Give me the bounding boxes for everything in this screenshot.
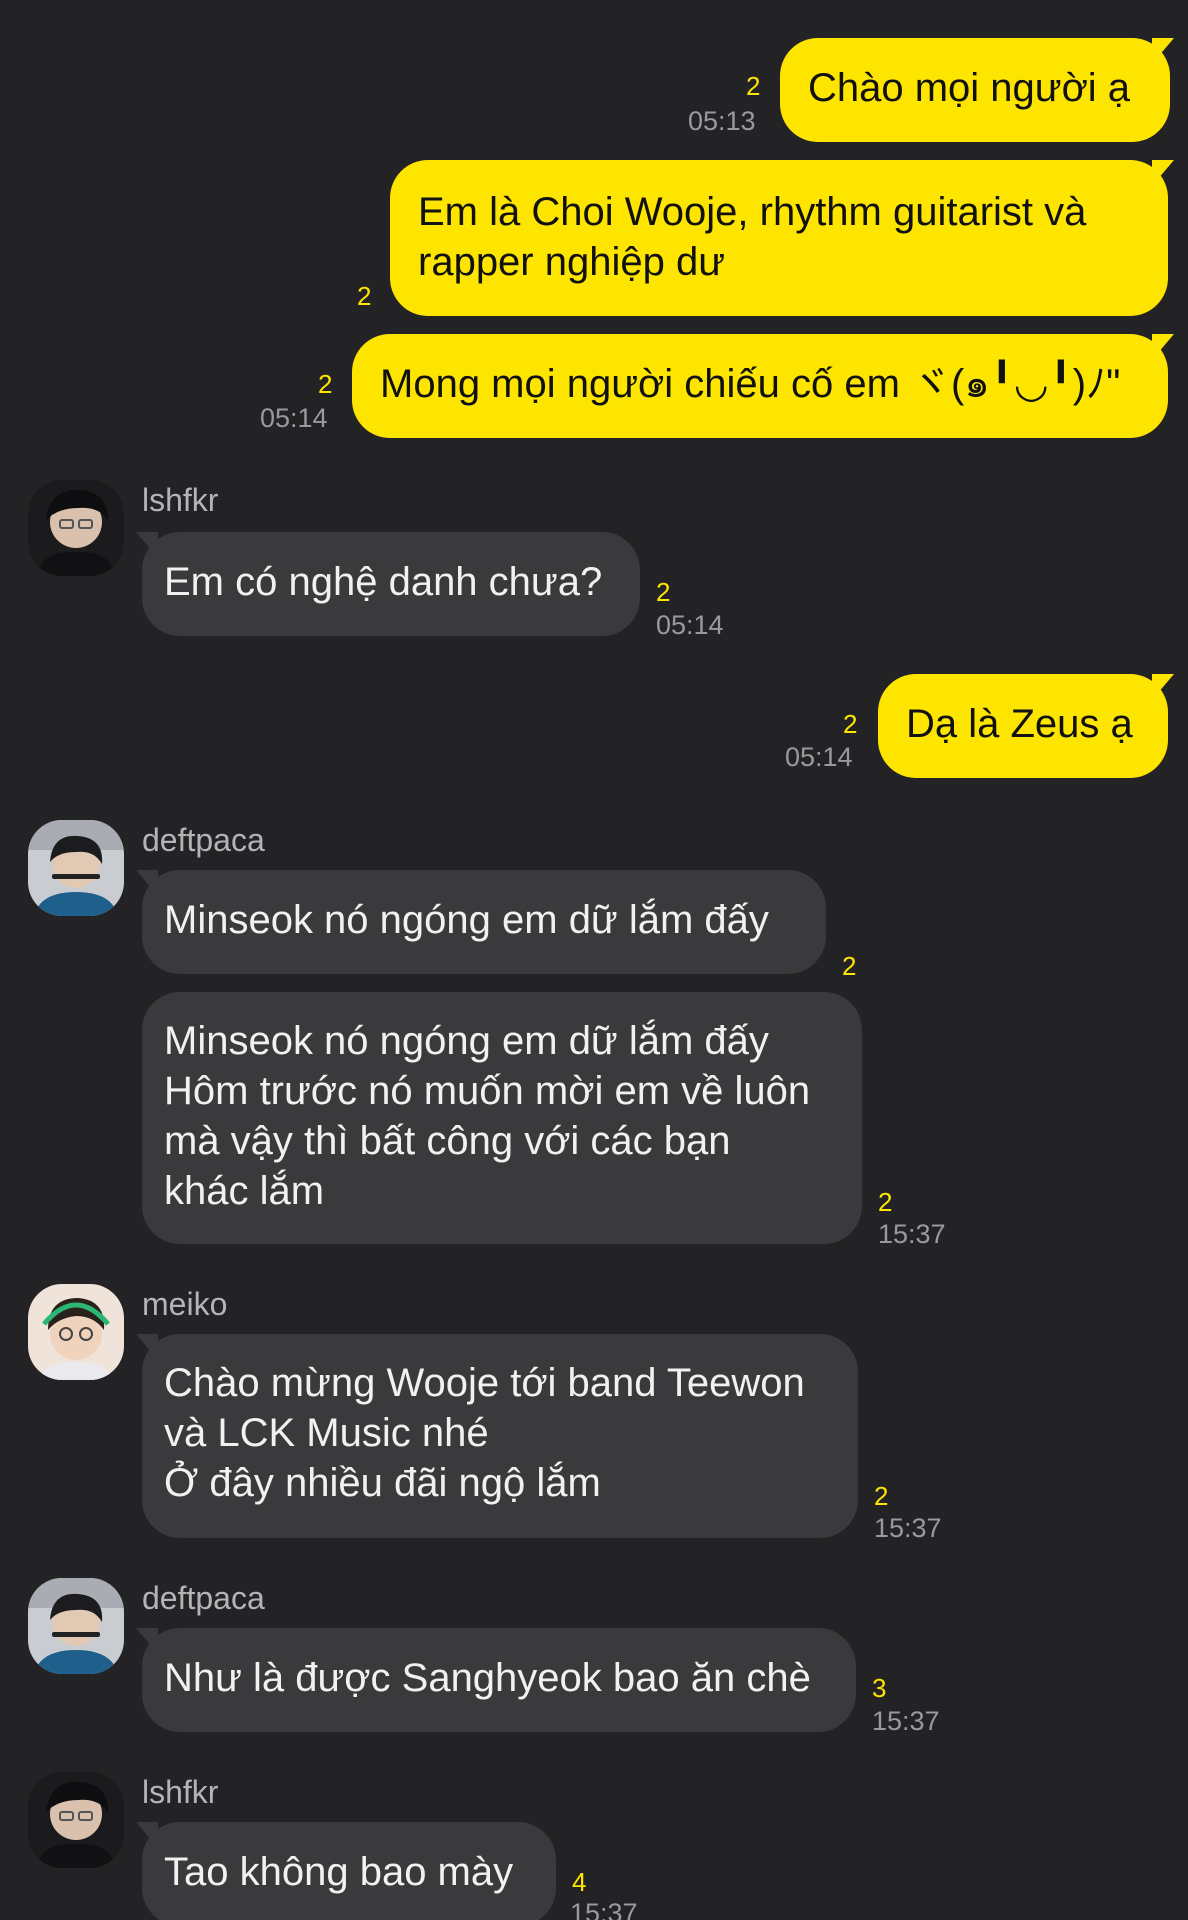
unread-count: 2 bbox=[318, 369, 333, 399]
message-bubble[interactable]: Em có nghệ danh chưa? bbox=[142, 532, 640, 636]
message-text: Em là Choi Wooje, rhythm guitarist và ra… bbox=[418, 190, 1087, 284]
my-message-bubble[interactable]: Dạ là Zeus ạ bbox=[878, 674, 1168, 778]
my-message-bubble[interactable]: Em là Choi Wooje, rhythm guitarist và ra… bbox=[390, 160, 1168, 316]
message-text: Em có nghệ danh chưa? bbox=[164, 560, 603, 604]
person-avatar-icon bbox=[28, 1284, 124, 1380]
timestamp: 05:14 bbox=[260, 403, 328, 433]
unread-count: 2 bbox=[843, 709, 858, 739]
message-bubble[interactable]: Như là được Sanghyeok bao ăn chè bbox=[142, 1628, 856, 1732]
message-text: Mong mọi người chiếu cố em ヾ(๑╹◡╹)ﾉ" bbox=[380, 362, 1121, 406]
message-text: Chào mừng Wooje tới band Teewon và LCK M… bbox=[164, 1361, 805, 1505]
message-bubble[interactable]: Tao không bao mày bbox=[142, 1822, 556, 1920]
timestamp: 05:14 bbox=[785, 742, 853, 772]
timestamp: 05:14 bbox=[656, 610, 724, 640]
sender-name: meiko bbox=[142, 1286, 228, 1322]
avatar-meiko[interactable] bbox=[28, 1284, 124, 1380]
unread-count: 2 bbox=[842, 951, 857, 981]
message-bubble[interactable]: Chào mừng Wooje tới band Teewon và LCK M… bbox=[142, 1334, 858, 1538]
avatar-deftpaca[interactable] bbox=[28, 820, 124, 916]
sender-name: deftpaca bbox=[142, 1580, 265, 1616]
avatar-lshfkr[interactable] bbox=[28, 480, 124, 576]
unread-count: 3 bbox=[872, 1673, 887, 1703]
sender-name: lshfkr bbox=[142, 1774, 219, 1810]
message-text: Chào mọi người ạ bbox=[808, 66, 1131, 110]
timestamp: 15:37 bbox=[872, 1706, 940, 1736]
timestamp: 15:37 bbox=[570, 1898, 638, 1920]
unread-count: 2 bbox=[874, 1481, 889, 1511]
unread-count: 2 bbox=[878, 1187, 893, 1217]
message-text: Minseok nó ngóng em dữ lắm đấy bbox=[164, 898, 769, 942]
sender-name: lshfkr bbox=[142, 482, 219, 518]
person-avatar-icon bbox=[28, 1578, 124, 1674]
person-avatar-icon bbox=[28, 820, 124, 916]
timestamp: 15:37 bbox=[874, 1513, 942, 1543]
sender-name: deftpaca bbox=[142, 822, 265, 858]
message-text: Tao không bao mày bbox=[164, 1850, 514, 1894]
message-text: Như là được Sanghyeok bao ăn chè bbox=[164, 1656, 811, 1700]
timestamp: 05:13 bbox=[688, 106, 756, 136]
message-text: Minseok nó ngóng em dữ lắm đấy Hôm trước… bbox=[164, 1019, 811, 1213]
my-message-bubble[interactable]: Mong mọi người chiếu cố em ヾ(๑╹◡╹)ﾉ" bbox=[352, 334, 1168, 438]
person-avatar-icon bbox=[28, 480, 124, 576]
my-message-bubble[interactable]: Chào mọi người ạ bbox=[780, 38, 1170, 142]
unread-count: 2 bbox=[746, 71, 761, 101]
person-avatar-icon bbox=[28, 1772, 124, 1868]
avatar-deftpaca[interactable] bbox=[28, 1578, 124, 1674]
unread-count: 2 bbox=[357, 281, 372, 311]
timestamp: 15:37 bbox=[878, 1219, 946, 1249]
message-text: Dạ là Zeus ạ bbox=[906, 702, 1133, 746]
avatar-lshfkr[interactable] bbox=[28, 1772, 124, 1868]
message-bubble[interactable]: Minseok nó ngóng em dữ lắm đấy Hôm trước… bbox=[142, 992, 862, 1244]
message-bubble[interactable]: Minseok nó ngóng em dữ lắm đấy bbox=[142, 870, 826, 974]
unread-count: 4 bbox=[572, 1867, 587, 1897]
unread-count: 2 bbox=[656, 577, 671, 607]
